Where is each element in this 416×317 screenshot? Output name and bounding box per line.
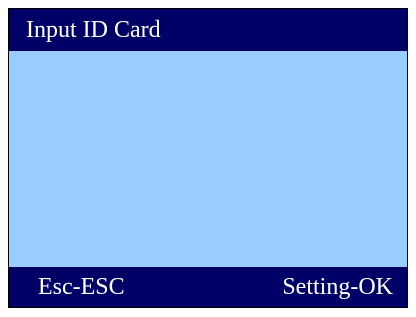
device-screen: Input ID Card Esc-ESC Setting-OK <box>8 8 408 308</box>
title-bar: Input ID Card <box>9 9 407 51</box>
content-area <box>9 51 407 269</box>
screen-title: Input ID Card <box>26 17 161 43</box>
esc-softkey[interactable]: Esc-ESC <box>38 267 125 307</box>
softkey-bar: Esc-ESC Setting-OK <box>9 267 407 307</box>
setting-ok-softkey[interactable]: Setting-OK <box>282 267 393 307</box>
